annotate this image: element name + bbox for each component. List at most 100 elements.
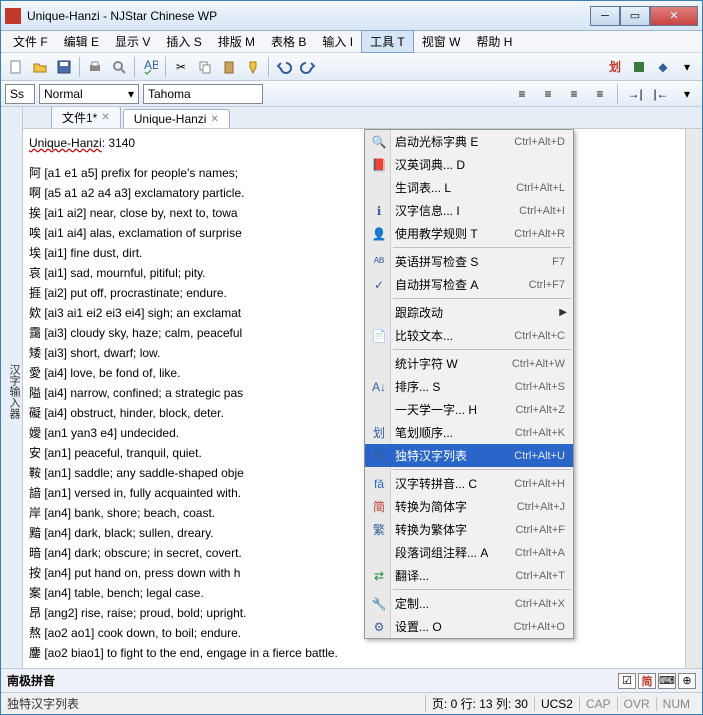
align-justify-icon[interactable]: ≡	[589, 83, 611, 105]
menu-item[interactable]: 简转换为简体字Ctrl+Alt+J	[365, 495, 573, 518]
open-icon[interactable]	[29, 56, 51, 78]
tab[interactable]: Unique-Hanzi✕	[123, 109, 230, 128]
maximize-button[interactable]: ▭	[620, 6, 650, 26]
menu-item[interactable]: 划笔划顺序...Ctrl+Alt+K	[365, 421, 573, 444]
preview-icon[interactable]	[108, 56, 130, 78]
menu-item[interactable]: 列独特汉字列表Ctrl+Alt+U	[365, 444, 573, 467]
redo-icon[interactable]	[297, 56, 319, 78]
menu-icon: A↓	[371, 379, 387, 395]
menu-item[interactable]: 📕 汉英词典... D	[365, 153, 573, 176]
doc-line: 暗 [an4] dark; obscure; in secret, covert…	[29, 543, 679, 563]
style-combo[interactable]: Ss	[5, 84, 35, 104]
ime-button-1[interactable]: 简	[638, 673, 656, 689]
menu-shortcut: Ctrl+Alt+F	[515, 524, 565, 536]
app-icon	[5, 8, 21, 24]
menu-item[interactable]: ✓自动拼写检查 ACtrl+F7	[365, 273, 573, 296]
menu-8[interactable]: 视窗 W	[414, 31, 469, 52]
menu-item[interactable]: 📄比较文本...Ctrl+Alt+C	[365, 324, 573, 347]
menu-icon: 📕	[371, 157, 387, 173]
menu-2[interactable]: 显示 V	[107, 31, 158, 52]
stroke-icon[interactable]: 划	[604, 56, 626, 78]
ime-button-0[interactable]: ☑	[618, 673, 636, 689]
copy-icon[interactable]	[194, 56, 216, 78]
menu-item[interactable]: ℹ汉字信息... ICtrl+Alt+I	[365, 199, 573, 222]
menu-shortcut: F7	[552, 256, 565, 268]
menu-item[interactable]: ⚙设置... OCtrl+Alt+O	[365, 615, 573, 638]
menu-item[interactable]: 跟踪改动▶	[365, 301, 573, 324]
menu-label: 汉英词典... D	[395, 156, 565, 173]
tab-label: 文件1*	[62, 109, 97, 126]
menu-label: 生词表... L	[395, 179, 516, 196]
menu-item[interactable]: 👤使用教学规则 TCtrl+Alt+R	[365, 222, 573, 245]
align-right-icon[interactable]: ≡	[563, 83, 585, 105]
menu-4[interactable]: 排版 M	[210, 31, 263, 52]
print-icon[interactable]	[84, 56, 106, 78]
menu-icon	[371, 305, 387, 321]
book-icon[interactable]	[628, 56, 650, 78]
menu-9[interactable]: 帮助 H	[468, 31, 520, 52]
menu-item[interactable]: 统计字符 WCtrl+Alt+W	[365, 352, 573, 375]
menu-3[interactable]: 插入 S	[158, 31, 209, 52]
menu-item[interactable]: A↓排序... SCtrl+Alt+S	[365, 375, 573, 398]
menu-item[interactable]: 一天学一字... HCtrl+Alt+Z	[365, 398, 573, 421]
status-ovr: OVR	[617, 697, 656, 711]
close-button[interactable]: ✕	[650, 6, 698, 26]
menu-icon: 列	[371, 448, 387, 464]
outdent-icon[interactable]: |←	[650, 83, 672, 105]
menu-item[interactable]: 繁转换为繁体字Ctrl+Alt+F	[365, 518, 573, 541]
chevron-down-icon[interactable]: ▾	[676, 56, 698, 78]
menu-item[interactable]: 段落词组注释... ACtrl+Alt+A	[365, 541, 573, 564]
menu-0[interactable]: 文件 F	[5, 31, 56, 52]
diamond-icon[interactable]: ◆	[652, 56, 674, 78]
menu-item[interactable]: 生词表... LCtrl+Alt+L	[365, 176, 573, 199]
align-left-icon[interactable]: ≡	[511, 83, 533, 105]
doc-line: 鞍 [an1] saddle; any saddle-shaped obje	[29, 463, 679, 483]
ime-button-3[interactable]: ⊕	[678, 673, 696, 689]
save-icon[interactable]	[53, 56, 75, 78]
doc-line: 欸 [ai3 ai1 ei2 ei3 ei4] sigh; an exclama…	[29, 303, 679, 323]
chevron-down-icon[interactable]: ▾	[676, 83, 698, 105]
menu-shortcut: Ctrl+Alt+W	[512, 358, 565, 370]
menu-item[interactable]: fǎ汉字转拼音... CCtrl+Alt+H	[365, 472, 573, 495]
stylename-combo[interactable]: Normal▾	[39, 84, 139, 104]
status-position: 页: 0 行: 13 列: 30	[425, 695, 534, 712]
menu-shortcut: Ctrl+Alt+I	[519, 205, 565, 217]
status-bar: 独特汉字列表 页: 0 行: 13 列: 30 UCS2 CAP OVR NUM	[1, 692, 702, 714]
ime-button-2[interactable]: ⌨	[658, 673, 676, 689]
close-icon[interactable]: ✕	[101, 112, 109, 123]
undo-icon[interactable]	[273, 56, 295, 78]
menu-icon	[371, 545, 387, 561]
spellcheck-icon[interactable]: ABC	[139, 56, 161, 78]
menu-label: 设置... O	[395, 618, 514, 635]
new-icon[interactable]	[5, 56, 27, 78]
vertical-scrollbar[interactable]	[685, 129, 702, 668]
doc-heading: Unique-Hanzi: 3140	[29, 133, 679, 153]
document-body[interactable]: Unique-Hanzi: 3140 阿 [a1 e1 a5] prefix f…	[23, 129, 685, 668]
menu-6[interactable]: 输入 I	[314, 31, 361, 52]
doc-line: 靄 [ai3] cloudy sky, haze; calm, peaceful	[29, 323, 679, 343]
doc-line: 矮 [ai3] short, dwarf; low.	[29, 343, 679, 363]
indent-icon[interactable]: →|	[624, 83, 646, 105]
toolbar-format: Ss Normal▾ Tahoma ≡ ≡ ≡ ≡ →| |← ▾	[1, 81, 702, 107]
menu-5[interactable]: 表格 B	[263, 31, 314, 52]
minimize-button[interactable]: ─	[590, 6, 620, 26]
menu-shortcut: Ctrl+F7	[529, 279, 565, 291]
font-combo[interactable]: Tahoma	[143, 84, 263, 104]
format-painter-icon[interactable]	[242, 56, 264, 78]
menu-item[interactable]: ᴬᴮ英语拼写检查 SF7	[365, 250, 573, 273]
menu-shortcut: Ctrl+Alt+L	[516, 182, 565, 194]
menu-item[interactable]: 🔧定制...Ctrl+Alt+X	[365, 592, 573, 615]
left-rail[interactable]: 汉字输入器	[1, 107, 23, 668]
paste-icon[interactable]	[218, 56, 240, 78]
menu-item[interactable]: ⇄翻译...Ctrl+Alt+T	[365, 564, 573, 587]
menu-shortcut: Ctrl+Alt+Z	[515, 404, 565, 416]
menu-7[interactable]: 工具 T	[361, 30, 414, 53]
tab-label: Unique-Hanzi	[134, 112, 207, 126]
menu-1[interactable]: 编辑 E	[56, 31, 107, 52]
align-center-icon[interactable]: ≡	[537, 83, 559, 105]
tab[interactable]: 文件1* ✕	[51, 107, 121, 128]
status-encoding: UCS2	[534, 697, 579, 711]
close-icon[interactable]: ✕	[210, 114, 218, 125]
cut-icon[interactable]: ✂	[170, 56, 192, 78]
menu-item[interactable]: 🔍启动光标字典 ECtrl+Alt+D	[365, 130, 573, 153]
